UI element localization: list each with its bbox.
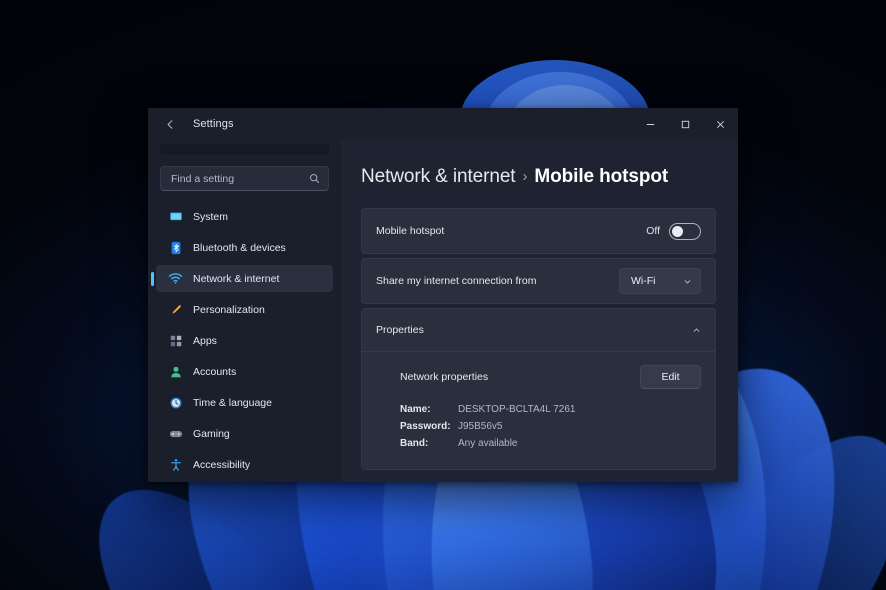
search-input[interactable]: Find a setting bbox=[160, 166, 329, 191]
detail-key: Name: bbox=[400, 404, 431, 415]
clock-icon bbox=[168, 395, 183, 410]
sidebar-item-label: Gaming bbox=[193, 427, 230, 440]
sidebar-item-personalization[interactable]: Personalization bbox=[156, 296, 333, 323]
sidebar-item-label: Apps bbox=[193, 334, 217, 347]
sidebar-item-accounts[interactable]: Accounts bbox=[156, 358, 333, 385]
share-connection-dropdown[interactable]: Wi-Fi bbox=[619, 268, 701, 294]
maximize-icon[interactable] bbox=[668, 108, 703, 140]
accessibility-icon bbox=[168, 457, 183, 472]
sidebar-item-gaming[interactable]: Gaming bbox=[156, 420, 333, 447]
sidebar-item-label: System bbox=[193, 210, 229, 223]
breadcrumb-separator: › bbox=[522, 168, 528, 185]
detail-value: J95B56v5 bbox=[458, 421, 503, 432]
sidebar-item-apps[interactable]: Apps bbox=[156, 327, 333, 354]
window-body: Find a setting System Bluetooth & device… bbox=[148, 140, 738, 482]
sidebar-item-network-and-internet[interactable]: Network & internet bbox=[156, 265, 333, 292]
sidebar: Find a setting System Bluetooth & device… bbox=[148, 140, 341, 482]
back-arrow-icon[interactable] bbox=[161, 115, 179, 133]
mobile-hotspot-card: Mobile hotspot Off bbox=[361, 208, 716, 254]
share-connection-label: Share my internet connection from bbox=[376, 275, 537, 287]
sidebar-item-accessibility[interactable]: Accessibility bbox=[156, 451, 333, 478]
detail-key: Password: bbox=[400, 421, 451, 432]
dropdown-selected-value: Wi-Fi bbox=[631, 275, 656, 287]
sidebar-item-system[interactable]: System bbox=[156, 203, 333, 230]
system-icon bbox=[168, 209, 183, 224]
window-controls bbox=[633, 108, 738, 140]
search-placeholder: Find a setting bbox=[171, 172, 235, 185]
share-connection-row: Share my internet connection from Wi-Fi bbox=[362, 259, 715, 303]
desktop-wallpaper: Settings Find a setting System Bluetooth… bbox=[0, 0, 886, 590]
toggle-knob bbox=[672, 225, 683, 237]
toggle-state-label: Off bbox=[646, 225, 660, 237]
user-profile-block[interactable] bbox=[160, 144, 329, 154]
properties-header[interactable]: Properties bbox=[362, 309, 715, 351]
sidebar-item-label: Accessibility bbox=[193, 458, 251, 471]
main-content: Network & internet › Mobile hotspot Mobile… bbox=[341, 140, 738, 482]
accounts-icon bbox=[168, 364, 183, 379]
titlebar-left-group: Settings bbox=[148, 115, 234, 133]
sidebar-item-label: Time & language bbox=[193, 396, 272, 409]
personalization-icon bbox=[168, 302, 183, 317]
apps-icon bbox=[168, 333, 183, 348]
chevron-up-icon[interactable] bbox=[692, 326, 701, 335]
detail-value: DESKTOP-BCLTA4L 7261 bbox=[458, 404, 576, 415]
breadcrumb: Network & internet › Mobile hotspot bbox=[361, 166, 716, 188]
window-title: Settings bbox=[193, 118, 234, 130]
close-icon[interactable] bbox=[703, 108, 738, 140]
detail-row-password: Password: J95B56v5 bbox=[400, 419, 701, 435]
search-icon[interactable] bbox=[309, 173, 320, 184]
sidebar-item-label: Personalization bbox=[193, 303, 265, 316]
mobile-hotspot-toggle-group[interactable]: Off bbox=[646, 222, 701, 240]
sidebar-item-label: Network & internet bbox=[193, 272, 280, 285]
properties-title: Properties bbox=[376, 324, 424, 336]
detail-key: Band: bbox=[400, 438, 429, 449]
window-titlebar[interactable]: Settings bbox=[148, 108, 738, 140]
breadcrumb-parent-link[interactable]: Network & internet bbox=[361, 166, 516, 187]
edit-button[interactable]: Edit bbox=[640, 365, 701, 389]
detail-row-name: Name: DESKTOP-BCLTA4L 7261 bbox=[400, 402, 701, 418]
settings-window: Settings Find a setting System Bluetooth… bbox=[148, 108, 738, 482]
search-container: Find a setting bbox=[156, 154, 333, 199]
mobile-hotspot-label: Mobile hotspot bbox=[376, 225, 445, 237]
gaming-icon bbox=[168, 426, 183, 441]
wifi-icon bbox=[168, 271, 183, 286]
network-properties-title: Network properties bbox=[400, 371, 489, 383]
bluetooth-icon bbox=[168, 240, 183, 255]
mobile-hotspot-toggle[interactable] bbox=[669, 222, 701, 240]
sidebar-item-label: Bluetooth & devices bbox=[193, 241, 286, 254]
page-title: Mobile hotspot bbox=[534, 166, 669, 187]
chevron-down-icon bbox=[683, 277, 692, 286]
sidebar-item-time-and-language[interactable]: Time & language bbox=[156, 389, 333, 416]
properties-card: Properties Network properties Edit Name:… bbox=[361, 308, 716, 470]
network-properties-row: Network properties Edit bbox=[400, 365, 701, 389]
sidebar-nav: System Bluetooth & devices Network & int… bbox=[156, 199, 333, 482]
detail-row-band: Band: Any available bbox=[400, 436, 701, 452]
minimize-icon[interactable] bbox=[633, 108, 668, 140]
mobile-hotspot-row: Mobile hotspot Off bbox=[362, 209, 715, 253]
share-connection-card: Share my internet connection from Wi-Fi bbox=[361, 258, 716, 304]
properties-body: Network properties Edit Name: DESKTOP-BC… bbox=[362, 351, 715, 469]
sidebar-item-bluetooth-and-devices[interactable]: Bluetooth & devices bbox=[156, 234, 333, 261]
sidebar-item-label: Accounts bbox=[193, 365, 237, 378]
detail-value: Any available bbox=[458, 438, 518, 449]
